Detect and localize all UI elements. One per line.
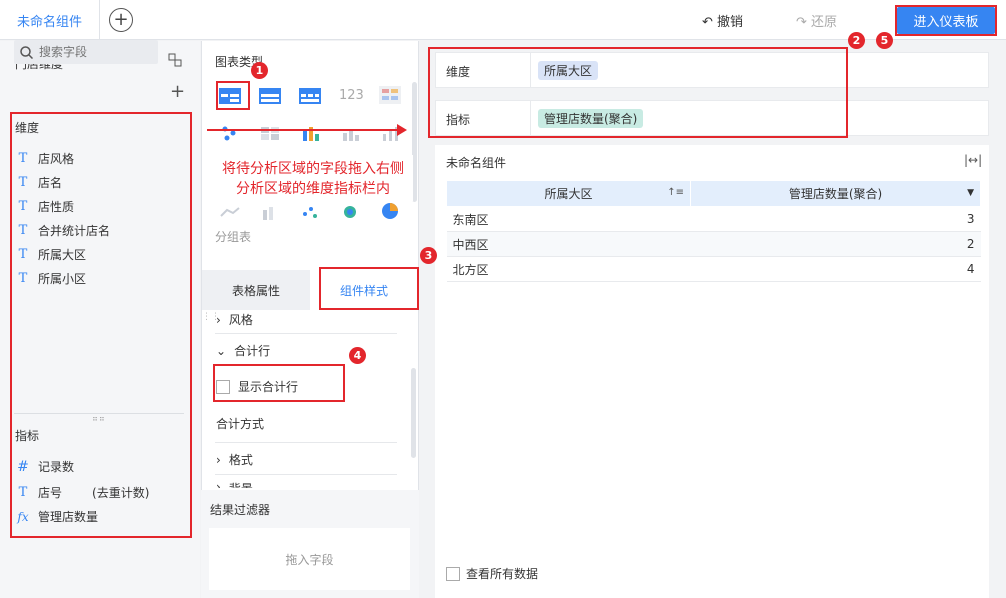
total-method-label: 合计方式 — [216, 417, 265, 431]
undo-icon: ↶ — [702, 15, 718, 30]
undo-button[interactable]: ↶ 撤销 — [702, 11, 743, 30]
dropdown-arrow-icon[interactable]: ▼ — [967, 188, 974, 198]
table-cell: 北方区 — [446, 256, 691, 282]
table-row: 中西区 2 — [446, 231, 981, 257]
annotation-box-total-row — [213, 364, 345, 402]
fit-width-icon[interactable]: |↔| — [964, 153, 982, 167]
view-all-label: 查看所有数据 — [466, 567, 539, 581]
redo-button[interactable]: ↷ 还原 — [796, 11, 837, 30]
view-all-data-option[interactable]: 查看所有数据 — [446, 565, 538, 582]
bubble-chart-icon[interactable] — [339, 204, 361, 220]
style-scrollbar[interactable] — [411, 368, 416, 458]
annotation-note: 将待分析区域的字段拖入右侧分析区域的维度指标栏内 — [213, 155, 413, 201]
annotation-box-style-tab — [319, 267, 419, 310]
detail-table-icon[interactable] — [299, 88, 321, 104]
divider — [215, 333, 397, 334]
step-marker: 5 — [876, 32, 893, 49]
step-marker: 4 — [349, 347, 366, 364]
kpi-card-icon[interactable] — [379, 86, 401, 104]
tab-widget[interactable]: 未命名组件 — [0, 0, 100, 40]
search-icon — [20, 45, 33, 59]
annotation-arrow-line — [207, 129, 403, 131]
chevron-right-icon: › — [216, 312, 221, 327]
table-cell: 2 — [690, 231, 981, 257]
divider — [215, 442, 397, 443]
chevron-right-icon: › — [216, 480, 221, 488]
table-row: 东南区 3 — [446, 206, 981, 232]
result-filter-label: 结果过滤器 — [210, 503, 271, 517]
redo-icon: ↷ — [796, 15, 812, 30]
table-cell: 东南区 — [446, 206, 691, 232]
scatter-icon[interactable] — [219, 125, 241, 141]
section-background[interactable]: › 背景 — [216, 480, 253, 488]
area-chart-icon[interactable] — [219, 204, 241, 220]
section-style[interactable]: › 风格 — [216, 311, 253, 328]
tab-table-properties[interactable]: 表格属性 — [202, 270, 310, 310]
section-label: 背景 — [229, 480, 253, 488]
section-format[interactable]: › 格式 — [216, 451, 253, 468]
search-field[interactable] — [14, 40, 158, 64]
divider — [215, 474, 397, 475]
redo-label: 还原 — [811, 15, 838, 30]
combo-chart-icon[interactable] — [259, 204, 281, 220]
step-marker: 3 — [420, 247, 437, 264]
pie-chart-icon[interactable] — [379, 202, 401, 219]
table-cell: 3 — [690, 206, 981, 232]
heatmap-icon[interactable] — [259, 125, 281, 141]
section-label: 合计行 — [234, 344, 271, 358]
switch-table-icon[interactable] — [168, 53, 182, 67]
add-tab-button[interactable]: + — [109, 8, 133, 32]
stacked-bar-icon[interactable] — [299, 125, 321, 141]
widget-title[interactable]: 未命名组件 — [446, 154, 506, 171]
table-cell: 中西区 — [446, 231, 691, 257]
annotation-box-enter — [895, 5, 997, 36]
sort-icon[interactable]: ↑≡ — [667, 187, 684, 198]
column-header[interactable]: 所属大区 ↑≡ — [446, 180, 691, 207]
annotation-box-chart-type — [216, 81, 250, 110]
undo-label: 撤销 — [717, 15, 744, 30]
step-marker: 1 — [251, 62, 268, 79]
arrow-right-icon — [397, 124, 407, 136]
section-total-row[interactable]: ⌄ 合计行 — [216, 342, 270, 359]
column-header[interactable]: 管理店数量(聚合) ▼ — [690, 180, 981, 207]
chart-type-name: 分组表 — [215, 230, 252, 244]
filter-drop-zone[interactable]: 拖入字段 — [209, 528, 410, 590]
chevron-right-icon: › — [216, 452, 221, 467]
dot-map-icon[interactable] — [299, 204, 321, 220]
view-all-checkbox[interactable] — [446, 566, 460, 581]
step-marker: 2 — [848, 32, 865, 49]
search-input[interactable] — [39, 45, 139, 59]
chevron-down-icon: ⌄ — [216, 343, 227, 358]
annotation-box-fields — [10, 112, 192, 538]
section-label: 格式 — [228, 453, 253, 467]
table-row: 北方区 4 — [446, 256, 981, 282]
data-table: 所属大区 ↑≡ 管理店数量(聚合) ▼ 东南区 3 中西区 2 北方区 4 — [446, 180, 981, 282]
bar-chart-icon[interactable] — [339, 125, 361, 141]
table-cell: 4 — [690, 256, 981, 282]
add-field-icon[interactable]: + — [170, 83, 185, 101]
annotation-box-analysis — [428, 47, 848, 138]
kpi-number-icon[interactable]: 123 — [339, 88, 364, 104]
section-label: 风格 — [228, 313, 253, 327]
cross-table-icon[interactable] — [259, 88, 281, 104]
